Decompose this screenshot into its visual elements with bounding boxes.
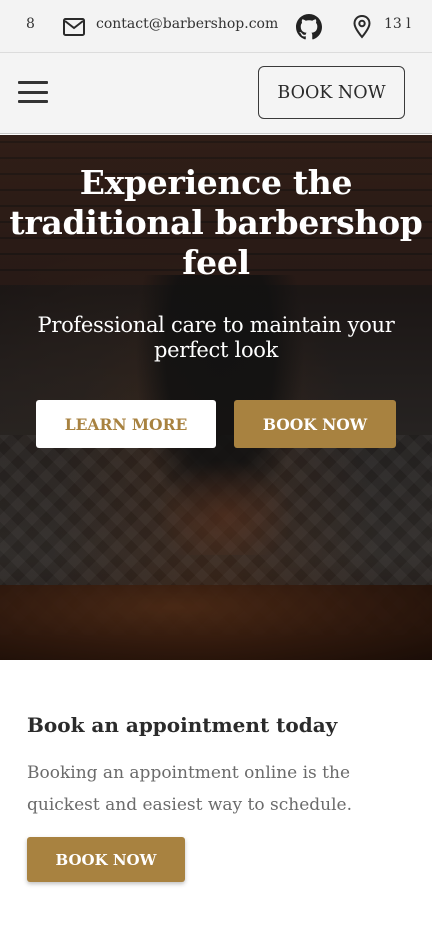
contact-email[interactable]: contact@barbershop.com [96,16,278,32]
hero-section: Experience the traditional barbershop fe… [0,135,432,660]
phone-number[interactable]: 8 [26,16,35,32]
address-text[interactable]: 13 l [384,16,432,32]
appointment-section: Book an appointment today Booking an app… [0,660,432,935]
appointment-text: Booking an appointment online is the qui… [27,763,353,815]
navbar: BOOK NOW [0,53,432,134]
appointment-book-now-button[interactable]: BOOK NOW [27,837,185,882]
github-icon[interactable] [296,14,322,40]
hero-subtitle: Professional care to maintain your perfe… [37,313,395,362]
nav-book-now-button[interactable]: BOOK NOW [258,66,405,119]
contact-bar: 8 contact@barbershop.com 13 l [0,0,432,53]
appointment-heading: Book an appointment today [27,713,338,737]
hamburger-menu-icon[interactable] [18,81,48,103]
learn-more-button[interactable]: LEARN MORE [36,400,216,448]
hero-title: Experience the traditional barbershop fe… [9,163,423,282]
mail-icon [62,16,86,38]
map-pin-icon [350,14,374,40]
hero-book-now-button[interactable]: BOOK NOW [234,400,396,448]
